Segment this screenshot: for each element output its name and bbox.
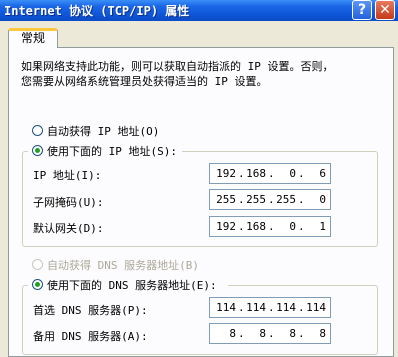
preferred-dns-octet-2: 114 — [246, 301, 266, 314]
subnet-mask-octet-3: 255 — [276, 193, 296, 206]
subnet-mask-label: 子网掩码(U): — [33, 196, 104, 209]
window-title: Internet 协议 (TCP/IP) 属性 — [4, 4, 190, 18]
help-icon: ? — [357, 2, 367, 18]
ip-address-field[interactable]: 192 . 168 . 0 . 6 — [209, 163, 331, 184]
title-bar[interactable]: Internet 协议 (TCP/IP) 属性 ? ✕ — [0, 0, 398, 21]
close-button[interactable]: ✕ — [375, 0, 395, 20]
description-text: 如果网络支持此功能，则可以获取自动指派的 IP 设置。否则， 您需要从网络系统管… — [21, 59, 381, 89]
tab-general[interactable]: 常规 — [8, 28, 58, 48]
ip-manual-radio[interactable] — [32, 145, 43, 156]
gateway-octet-2: 168 — [246, 220, 266, 233]
gateway-octet-1: 192 — [216, 220, 236, 233]
alternate-dns-octet-2: 8 — [259, 327, 266, 340]
preferred-dns-octet-1: 114 — [216, 301, 236, 314]
ip-manual-label[interactable]: 使用下面的 IP 地址(S): — [47, 143, 177, 159]
ip-address-octet-3: 0 — [289, 167, 296, 180]
subnet-mask-octet-4: 0 — [319, 193, 326, 206]
ip-address-octet-1: 192 — [216, 167, 236, 180]
help-button[interactable]: ? — [352, 0, 372, 20]
close-icon: ✕ — [379, 2, 391, 18]
ip-address-octet-4: 6 — [319, 167, 326, 180]
subnet-mask-octet-2: 255 — [246, 193, 266, 206]
description-line-2: 您需要从网络系统管理员处获得适当的 IP 设置。 — [21, 75, 268, 88]
dns-auto-radio — [32, 259, 43, 270]
alternate-dns-octet-3: 8 — [289, 327, 296, 340]
alternate-dns-octet-1: 8 — [229, 327, 236, 340]
ip-address-octet-2: 168 — [246, 167, 266, 180]
dns-auto-label: 自动获得 DNS 服务器地址(B) — [47, 259, 199, 272]
gateway-octet-3: 0 — [289, 220, 296, 233]
description-line-1: 如果网络支持此功能，则可以获取自动指派的 IP 设置。否则， — [21, 60, 334, 73]
default-gateway-label: 默认网关(D): — [33, 222, 104, 235]
subnet-mask-octet-1: 255 — [216, 193, 236, 206]
gateway-octet-4: 1 — [319, 220, 326, 233]
default-gateway-field[interactable]: 192 . 168 . 0 . 1 — [209, 216, 331, 237]
alternate-dns-field[interactable]: 8 . 8 . 8 . 8 — [209, 323, 331, 344]
preferred-dns-field[interactable]: 114 . 114 . 114 . 114 — [209, 297, 331, 318]
alternate-dns-octet-4: 8 — [319, 327, 326, 340]
preferred-dns-octet-4: 114 — [306, 301, 326, 314]
dns-manual-radio[interactable] — [32, 279, 43, 290]
ip-auto-label[interactable]: 自动获得 IP 地址(O) — [47, 123, 159, 139]
subnet-mask-field[interactable]: 255 . 255 . 255 . 0 — [209, 189, 331, 210]
preferred-dns-octet-3: 114 — [276, 301, 296, 314]
preferred-dns-label: 首选 DNS 服务器(P): — [33, 304, 148, 317]
ip-address-label: IP 地址(I): — [33, 169, 102, 182]
ip-auto-radio[interactable] — [32, 125, 43, 136]
alternate-dns-label: 备用 DNS 服务器(A): — [33, 330, 148, 343]
dns-manual-label[interactable]: 使用下面的 DNS 服务器地址(E): — [47, 277, 217, 293]
